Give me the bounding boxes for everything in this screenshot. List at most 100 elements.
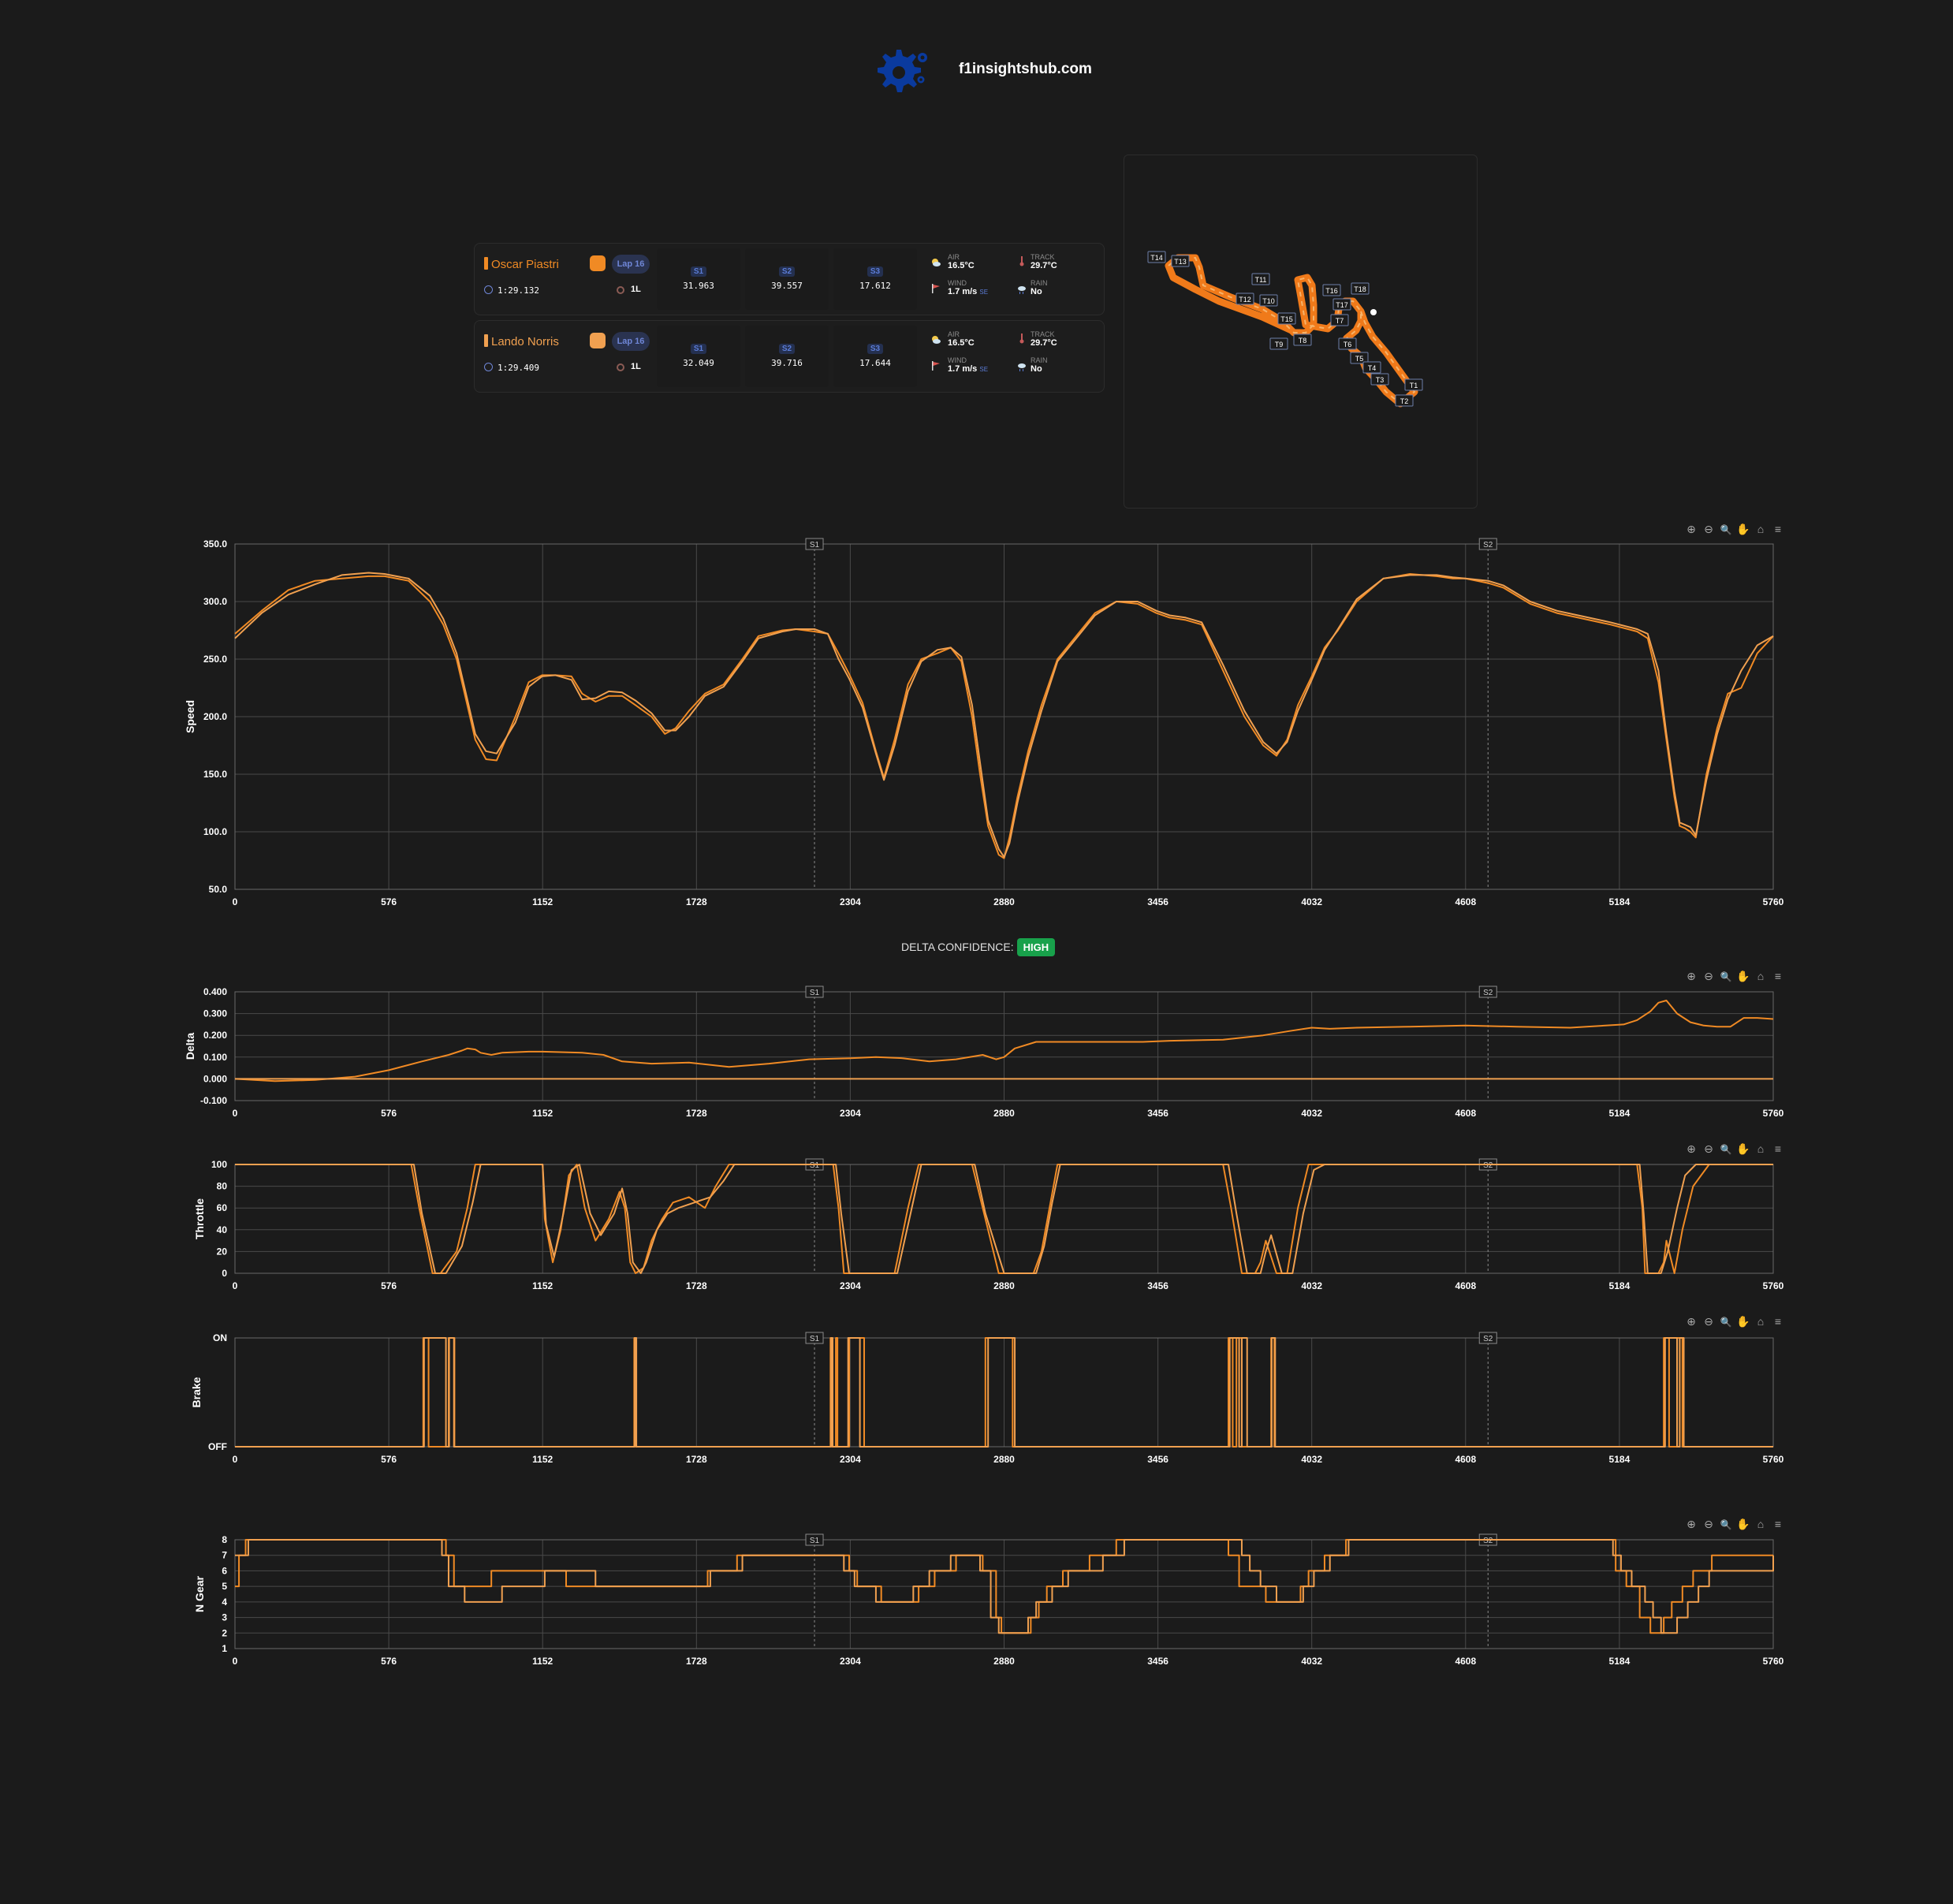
y-tick-label: 6 bbox=[222, 1565, 227, 1576]
y-tick-label: 0 bbox=[222, 1268, 227, 1279]
delta-confidence: DELTA CONFIDENCE: HIGH bbox=[901, 938, 1056, 956]
x-tick-label: 2304 bbox=[840, 1656, 861, 1667]
magnifier-icon[interactable]: 🔍 bbox=[1717, 524, 1735, 535]
sector-marker-label: S2 bbox=[1483, 989, 1493, 997]
sector-label: S3 bbox=[867, 266, 884, 277]
corner-label-text: T8 bbox=[1299, 337, 1307, 345]
menu-icon[interactable]: ≡ bbox=[1769, 523, 1787, 535]
series-line-2 bbox=[235, 1539, 1774, 1634]
sector-time: 39.557 bbox=[771, 281, 803, 291]
corner-label-t13: T13 bbox=[1171, 255, 1190, 267]
lap-time: 1:29.132 bbox=[484, 285, 539, 296]
sector-marker-label: S2 bbox=[1483, 1335, 1493, 1343]
y-tick-label: 200.0 bbox=[203, 711, 227, 722]
rain-label: RAIN bbox=[1031, 356, 1048, 364]
x-tick-label: 5760 bbox=[1763, 1656, 1784, 1667]
chart-toolbar: ⊕ ⊖ 🔍 ✋ ⌂ ≡ bbox=[1683, 1142, 1787, 1156]
x-tick-label: 576 bbox=[381, 1454, 397, 1465]
zoom-in-icon[interactable]: ⊕ bbox=[1683, 523, 1700, 536]
home-icon[interactable]: ⌂ bbox=[1752, 1315, 1769, 1328]
x-tick-label: 576 bbox=[381, 896, 397, 907]
sector-marker-label: S1 bbox=[810, 989, 820, 997]
pan-hand-icon[interactable]: ✋ bbox=[1735, 1142, 1752, 1156]
y-tick-label: 20 bbox=[217, 1246, 228, 1257]
corner-label-t12: T12 bbox=[1236, 292, 1254, 305]
x-tick-label: 1728 bbox=[686, 1280, 707, 1291]
corner-label-t3: T3 bbox=[1370, 373, 1389, 386]
lap-badge[interactable]: Lap 16 bbox=[612, 332, 650, 351]
magnifier-icon[interactable]: 🔍 bbox=[1717, 1144, 1735, 1155]
x-tick-label: 2880 bbox=[993, 1454, 1015, 1465]
x-tick-label: 4608 bbox=[1455, 1280, 1476, 1291]
driver-name-text: Oscar Piastri bbox=[491, 258, 559, 271]
pan-hand-icon[interactable]: ✋ bbox=[1735, 1315, 1752, 1328]
sector-1: S1 31.963 bbox=[657, 248, 740, 310]
x-tick-label: 4608 bbox=[1455, 1656, 1476, 1667]
corner-label-text: T7 bbox=[1336, 317, 1344, 325]
sector-2: S2 39.716 bbox=[745, 326, 829, 387]
x-tick-label: 3456 bbox=[1147, 896, 1168, 907]
magnifier-icon[interactable]: 🔍 bbox=[1717, 1519, 1735, 1530]
wind-flag-icon bbox=[932, 284, 940, 293]
x-tick-label: 4608 bbox=[1455, 1454, 1476, 1465]
home-icon[interactable]: ⌂ bbox=[1752, 1518, 1769, 1530]
x-tick-label: 5760 bbox=[1763, 1454, 1784, 1465]
series-line-1 bbox=[235, 1539, 1773, 1634]
menu-icon[interactable]: ≡ bbox=[1769, 1518, 1787, 1530]
home-icon[interactable]: ⌂ bbox=[1752, 523, 1769, 535]
tyre-value: 1L bbox=[631, 362, 641, 371]
x-tick-label: 1152 bbox=[532, 896, 553, 907]
zoom-in-icon[interactable]: ⊕ bbox=[1683, 1142, 1700, 1156]
magnifier-icon[interactable]: 🔍 bbox=[1717, 971, 1735, 982]
menu-icon[interactable]: ≡ bbox=[1769, 970, 1787, 982]
corner-label-t16: T16 bbox=[1322, 284, 1341, 296]
track-map[interactable]: T14 T13 T11 T12 T10 T16 T18 T17 T15 T9 T8 T7 T6T5 T4 T… bbox=[1124, 155, 1477, 508]
corner-label-text: T5 bbox=[1355, 355, 1364, 363]
x-tick-label: 0 bbox=[233, 1454, 238, 1465]
menu-icon[interactable]: ≡ bbox=[1769, 1315, 1787, 1328]
magnifier-icon[interactable]: 🔍 bbox=[1717, 1317, 1735, 1328]
sun-cloud-icon bbox=[932, 259, 941, 266]
zoom-out-icon[interactable]: ⊖ bbox=[1700, 1518, 1717, 1531]
series-line-2 bbox=[235, 1337, 1773, 1448]
y-tick-label: 100.0 bbox=[203, 826, 227, 837]
corner-label-t4: T4 bbox=[1362, 361, 1381, 374]
driver-color-swatch[interactable] bbox=[590, 333, 606, 348]
home-icon[interactable]: ⌂ bbox=[1752, 970, 1769, 982]
y-tick-label: 0.000 bbox=[203, 1073, 227, 1084]
wind: WIND 1.7 m/s SE bbox=[948, 356, 988, 374]
zoom-out-icon[interactable]: ⊖ bbox=[1700, 970, 1717, 983]
home-icon[interactable]: ⌂ bbox=[1752, 1142, 1769, 1155]
track-label: TRACK bbox=[1031, 330, 1055, 338]
x-tick-label: 4032 bbox=[1301, 1454, 1322, 1465]
zoom-out-icon[interactable]: ⊖ bbox=[1700, 1142, 1717, 1156]
corner-label-t18: T18 bbox=[1351, 282, 1370, 295]
pan-hand-icon[interactable]: ✋ bbox=[1735, 1518, 1752, 1531]
zoom-in-icon[interactable]: ⊕ bbox=[1683, 1518, 1700, 1531]
site-title[interactable]: f1insightshub.com bbox=[959, 61, 1092, 78]
zoom-out-icon[interactable]: ⊖ bbox=[1700, 1315, 1717, 1328]
x-tick-label: 4032 bbox=[1301, 896, 1322, 907]
y-tick-label: 80 bbox=[217, 1181, 228, 1192]
zoom-out-icon[interactable]: ⊖ bbox=[1700, 523, 1717, 536]
sector-label: S2 bbox=[778, 266, 796, 277]
plot-frame bbox=[234, 1164, 1774, 1274]
y-tick-label: 1 bbox=[222, 1643, 227, 1654]
pan-hand-icon[interactable]: ✋ bbox=[1735, 523, 1752, 536]
zoom-in-icon[interactable]: ⊕ bbox=[1683, 970, 1700, 983]
delta-confidence-badge: HIGH bbox=[1016, 938, 1056, 956]
pan-hand-icon[interactable]: ✋ bbox=[1735, 970, 1752, 983]
x-tick-label: 1152 bbox=[532, 1454, 553, 1465]
thermometer-icon bbox=[1019, 333, 1024, 344]
chart-toolbar: ⊕ ⊖ 🔍 ✋ ⌂ ≡ bbox=[1683, 523, 1787, 536]
corner-label-text: T4 bbox=[1368, 364, 1377, 372]
x-tick-label: 1152 bbox=[532, 1108, 553, 1119]
corner-label-text: T1 bbox=[1410, 382, 1418, 389]
sector-marker-label: S2 bbox=[1483, 541, 1493, 550]
x-tick-label: 5760 bbox=[1763, 1280, 1784, 1291]
driver-color-swatch[interactable] bbox=[590, 255, 606, 271]
zoom-in-icon[interactable]: ⊕ bbox=[1683, 1315, 1700, 1328]
wind-direction: SE bbox=[979, 366, 989, 373]
menu-icon[interactable]: ≡ bbox=[1769, 1142, 1787, 1155]
lap-badge[interactable]: Lap 16 bbox=[612, 255, 650, 274]
